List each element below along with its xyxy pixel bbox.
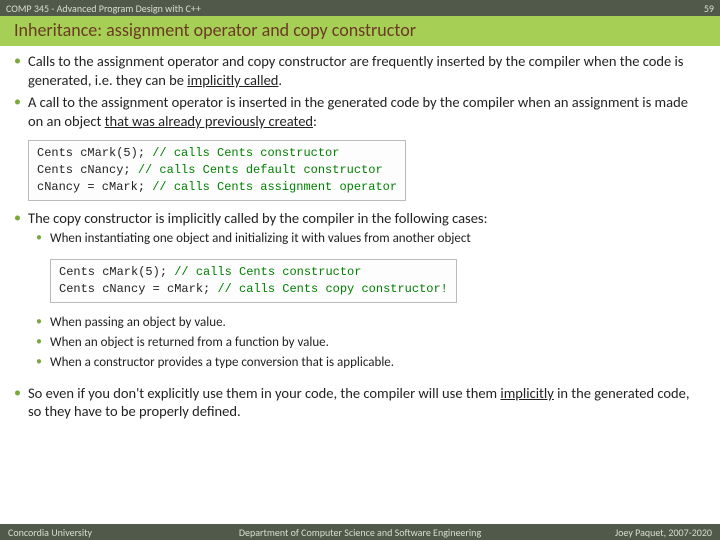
course-label: COMP 345 - Advanced Program Design with …: [6, 2, 201, 15]
bullet-2: A call to the assignment operator is ins…: [14, 93, 706, 130]
slide-title-bar: Inheritance: assignment operator and cop…: [0, 16, 720, 46]
sub-bullet-2: When passing an object by value.: [36, 315, 706, 331]
sub-bullet-4: When a constructor provides a type conve…: [36, 355, 706, 371]
sub-bullet-1: When instantiating one object and initia…: [36, 231, 706, 247]
bullet-4: So even if you don't explicitly use them…: [14, 384, 706, 421]
slide-number: 59: [704, 2, 714, 15]
slide-title: Inheritance: assignment operator and cop…: [14, 19, 416, 41]
bullet-3: The copy constructor is implicitly calle…: [14, 209, 706, 372]
footer-left: Concordia University: [8, 526, 92, 539]
slide-content: Calls to the assignment operator and cop…: [0, 46, 720, 421]
code-block-2: Cents cMark(5); // calls Cents construct…: [50, 259, 457, 303]
footer-right: Joey Paquet, 2007-2020: [615, 526, 712, 539]
sub-bullet-3: When an object is returned from a functi…: [36, 335, 706, 351]
code-block-1: Cents cMark(5); // calls Cents construct…: [28, 140, 406, 200]
header-bar: COMP 345 - Advanced Program Design with …: [0, 0, 720, 16]
footer-mid: Department of Computer Science and Softw…: [239, 526, 481, 539]
footer-bar: Concordia University Department of Compu…: [0, 524, 720, 540]
bullet-1: Calls to the assignment operator and cop…: [14, 52, 706, 89]
